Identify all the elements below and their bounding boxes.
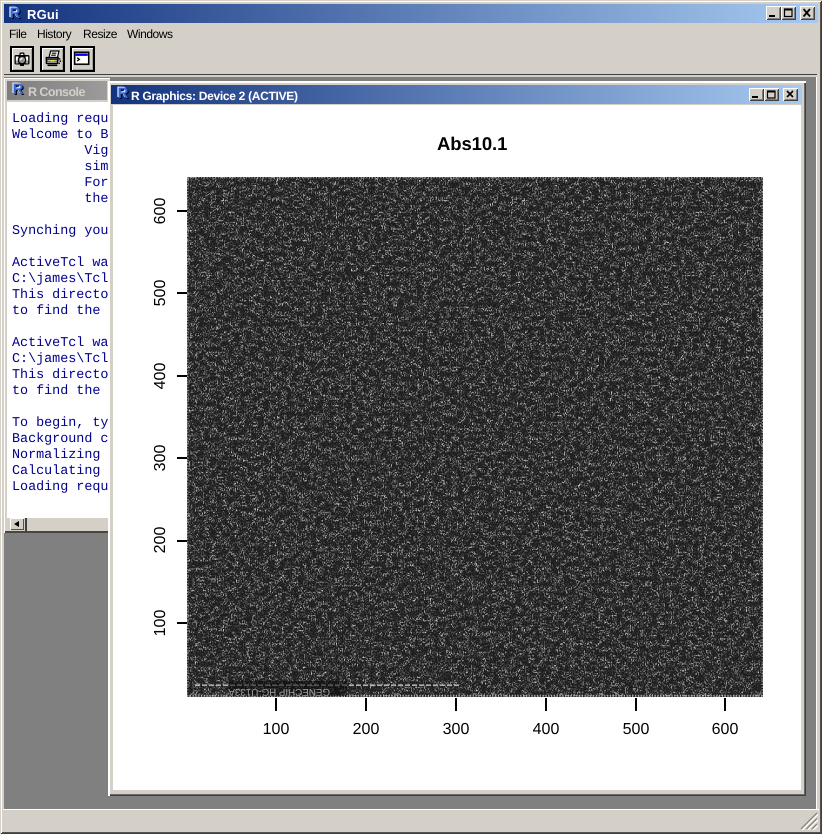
svg-text:GENECHIP HG-U133A: GENECHIP HG-U133A bbox=[228, 686, 330, 697]
